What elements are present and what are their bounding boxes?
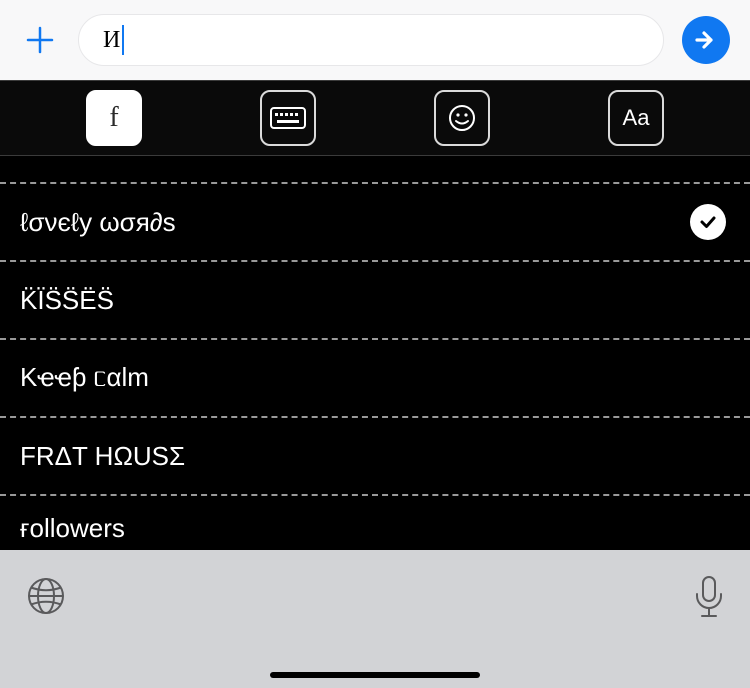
font-style-row[interactable]: ℓσνєℓу ωσя∂ѕ [0, 184, 750, 260]
font-style-row[interactable]: ғollowerѕ [0, 496, 750, 550]
font-style-label: ℓσνєℓу ωσя∂ѕ [20, 207, 690, 238]
font-style-label: K̈ÏS̈S̈ËS̈ [20, 285, 726, 316]
globe-button[interactable] [24, 574, 68, 623]
tab-size[interactable]: Aa [608, 90, 664, 146]
keyboard-tabs: f Aa [0, 80, 750, 156]
smiley-icon [447, 103, 477, 133]
font-style-label: ғollowerѕ [20, 513, 726, 550]
microphone-icon [692, 574, 726, 620]
message-input-value: И [103, 27, 120, 54]
tab-keyboard[interactable] [260, 90, 316, 146]
send-icon [693, 27, 719, 53]
check-icon [698, 212, 718, 232]
globe-icon [24, 574, 68, 618]
send-button[interactable] [682, 16, 730, 64]
font-icon: f [109, 102, 118, 134]
text-size-icon: Aa [623, 105, 650, 131]
add-button[interactable] [20, 20, 60, 60]
text-caret [122, 25, 124, 55]
font-style-row[interactable]: Kҽҽƥ ᥴαƖm [0, 340, 750, 416]
message-input[interactable]: И [78, 14, 664, 66]
tab-emoji[interactable] [434, 90, 490, 146]
home-indicator[interactable] [270, 672, 480, 678]
tab-font[interactable]: f [86, 90, 142, 146]
compose-bar: И [0, 0, 750, 80]
font-style-row[interactable]: FRΔT HΩUSΣ [0, 418, 750, 494]
keyboard-icon [270, 107, 306, 129]
plus-icon [24, 24, 56, 56]
font-style-label: FRΔT HΩUSΣ [20, 441, 726, 472]
font-style-label: Kҽҽƥ ᥴαƖm [20, 362, 726, 394]
selected-check [690, 204, 726, 240]
microphone-button[interactable] [692, 574, 726, 625]
font-style-row[interactable]: K̈ÏS̈S̈ËS̈ [0, 262, 750, 338]
keyboard-bottom-bar [0, 550, 750, 688]
font-style-list: ℓσνєℓу ωσя∂ѕ K̈ÏS̈S̈ËS̈ Kҽҽƥ ᥴαƖm FRΔT H… [0, 156, 750, 550]
